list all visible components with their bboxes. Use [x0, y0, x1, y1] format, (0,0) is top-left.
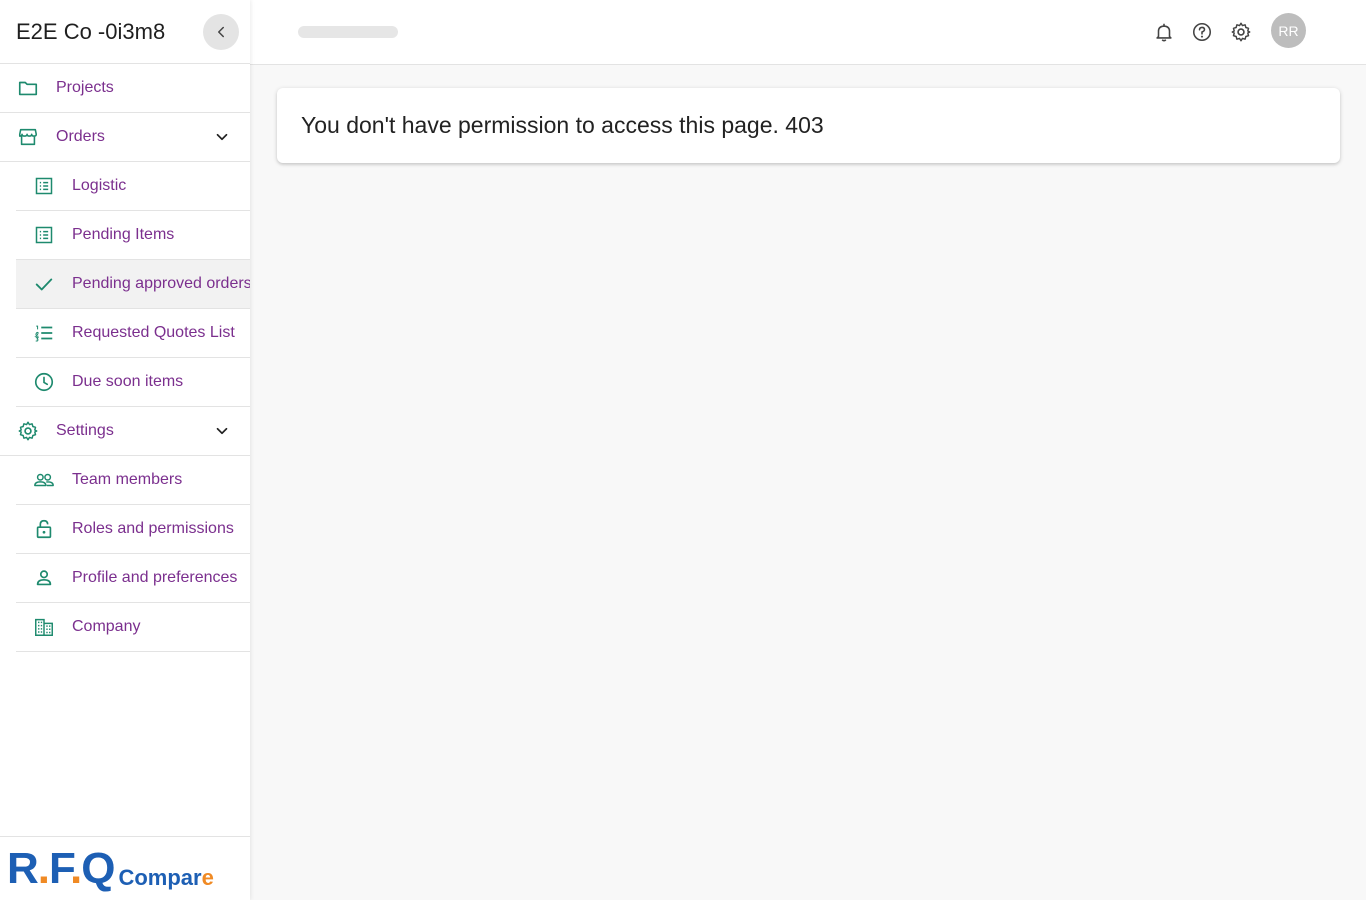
sidebar-item-requested-quotes-list[interactable]: Requested Quotes List — [16, 309, 250, 358]
list-alt-icon — [32, 174, 56, 198]
sidebar-nav: Projects Orders Logistic Pending Items P… — [0, 64, 250, 652]
clock-icon — [32, 370, 56, 394]
avatar[interactable]: RR — [1271, 13, 1306, 48]
list-numbered-icon — [32, 321, 56, 345]
sidebar-item-logistic[interactable]: Logistic — [16, 162, 250, 211]
sidebar-item-due-soon-items[interactable]: Due soon items — [16, 358, 250, 407]
error-message: You don't have permission to access this… — [301, 112, 824, 138]
sidebar-item-label: Roles and permissions — [72, 520, 234, 537]
sidebar-item-label: Pending approved orders — [72, 275, 250, 292]
lock-open-icon — [32, 517, 56, 541]
sidebar-item-label: Team members — [72, 471, 183, 488]
sidebar: E2E Co -0i3m8 Projects Orders Logistic P… — [0, 0, 250, 900]
sidebar-item-label: Logistic — [72, 177, 127, 194]
sidebar-item-label: Settings — [56, 422, 114, 439]
check-icon — [32, 272, 56, 296]
error-card: You don't have permission to access this… — [277, 88, 1340, 163]
person-icon — [32, 566, 56, 590]
sidebar-item-label: Pending Items — [72, 226, 175, 243]
company-title: E2E Co -0i3m8 — [16, 18, 166, 44]
sidebar-item-pending-items[interactable]: Pending Items — [16, 211, 250, 260]
sidebar-item-profile-and-preferences[interactable]: Profile and preferences — [16, 554, 250, 603]
sidebar-item-projects[interactable]: Projects — [0, 64, 250, 113]
chevron-down-icon[interactable] — [210, 419, 234, 443]
bell-icon[interactable] — [1152, 20, 1176, 44]
logo-rfq-text: R.F.Q — [7, 843, 115, 893]
gear-icon — [16, 419, 40, 443]
sidebar-item-label: Projects — [56, 79, 114, 96]
sidebar-item-label: Orders — [56, 128, 105, 145]
building-icon — [32, 615, 56, 639]
sidebar-item-pending-approved-orders[interactable]: Pending approved orders — [16, 260, 250, 309]
group-icon — [32, 468, 56, 492]
rfq-compare-logo[interactable]: R.F.Q Compare — [7, 843, 214, 893]
folder-icon — [16, 76, 40, 100]
app-root: E2E Co -0i3m8 Projects Orders Logistic P… — [0, 0, 1366, 900]
help-icon[interactable] — [1190, 20, 1214, 44]
chevron-left-icon — [218, 26, 224, 37]
logo-compare-text: Compare — [118, 864, 214, 890]
sidebar-item-company[interactable]: Company — [16, 603, 250, 652]
list-alt-icon — [32, 223, 56, 247]
sidebar-item-settings[interactable]: Settings — [0, 407, 250, 456]
sidebar-item-roles-and-permissions[interactable]: Roles and permissions — [16, 505, 250, 554]
sidebar-header: E2E Co -0i3m8 — [0, 0, 250, 64]
collapse-sidebar-button[interactable] — [203, 13, 239, 50]
sidebar-item-label: Profile and preferences — [72, 569, 238, 586]
sidebar-item-label: Due soon items — [72, 373, 184, 390]
sidebar-item-label: Company — [72, 618, 141, 635]
breadcrumb-placeholder — [298, 26, 398, 38]
gear-icon[interactable] — [1229, 20, 1253, 44]
topbar: RR — [250, 0, 1366, 65]
sidebar-item-team-members[interactable]: Team members — [16, 456, 250, 505]
sidebar-item-label: Requested Quotes List — [72, 324, 235, 341]
store-icon — [16, 125, 40, 149]
sidebar-item-orders[interactable]: Orders — [0, 113, 250, 162]
chevron-down-icon[interactable] — [210, 125, 234, 149]
sidebar-footer: R.F.Q Compare — [0, 836, 250, 900]
